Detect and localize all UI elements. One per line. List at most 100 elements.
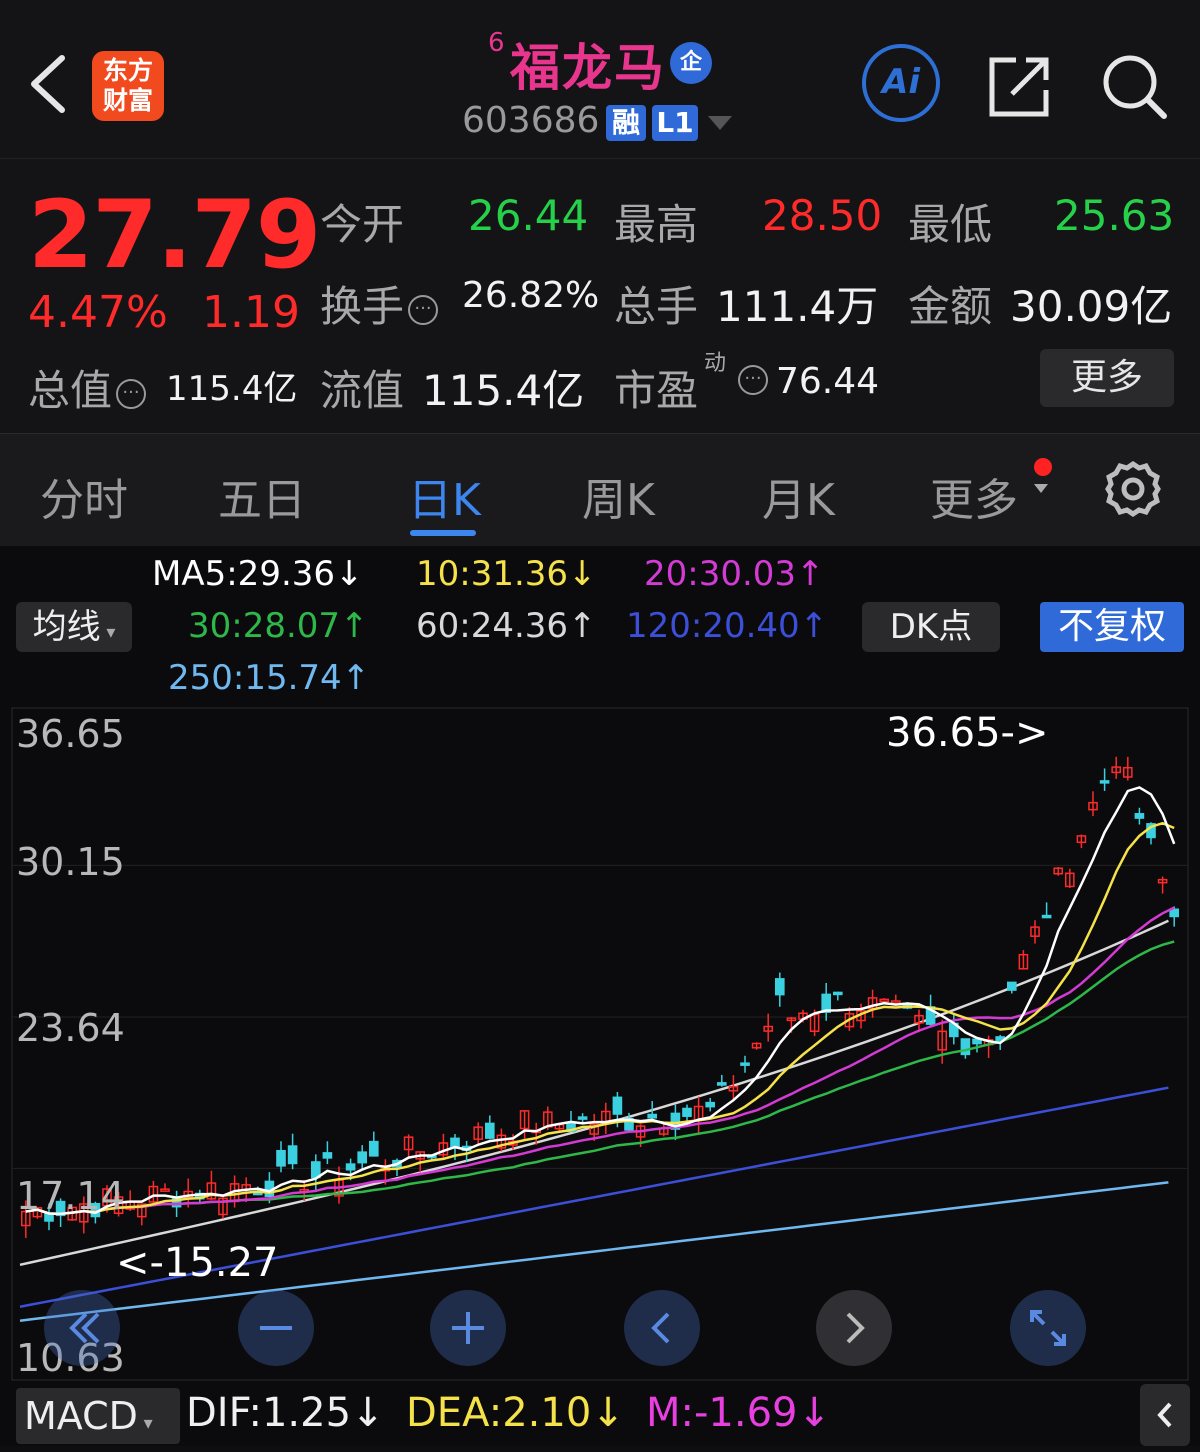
info-icon[interactable]: ··· (116, 378, 147, 409)
change-percent: 4.47% (28, 287, 168, 338)
pe-superscript: 动 (704, 351, 727, 376)
candle-body (1041, 914, 1052, 919)
ma10-legend: 10:31.36↓ (416, 554, 597, 594)
tab-five-day[interactable]: 五日 (218, 464, 306, 528)
candle-body (740, 1062, 750, 1066)
current-price: 27.79 (28, 181, 321, 290)
dif-value: DIF:1.25↓ (186, 1390, 385, 1436)
candle-body (310, 1161, 321, 1179)
high-value: 28.50 (762, 191, 883, 240)
active-tab-indicator (410, 530, 476, 536)
candle-body (890, 1000, 901, 1004)
total-cap-label-text: 总值 (28, 366, 113, 415)
total-cap-label: 总值 ··· (28, 357, 147, 418)
indicator-selector[interactable]: MACD ▾ (16, 1388, 180, 1444)
candle-body (647, 1113, 658, 1119)
stock-code: 603686 (462, 100, 600, 141)
collapse-button[interactable] (1140, 1384, 1190, 1446)
ma120-legend: 120:20.40↑ (626, 606, 829, 646)
indicator-bar: MACD ▾ DIF:1.25↓ DEA:2.10↓ M:-1.69↓ (0, 1384, 1200, 1446)
share-icon[interactable] (986, 54, 1054, 120)
candle-body (1134, 813, 1145, 819)
back-arrow-icon[interactable] (26, 52, 70, 116)
change-amount: 1.19 (202, 287, 300, 338)
ma20-legend: 20:30.03↑ (644, 554, 825, 594)
candle-body (1006, 981, 1017, 991)
turnover-value: 26.82% (462, 275, 600, 316)
app-logo[interactable]: 东方 财富 (92, 51, 164, 121)
margin-tag: 融 (606, 105, 646, 141)
float-cap-label: 流值 (320, 366, 405, 415)
candle-body (774, 978, 785, 996)
candle-body (879, 998, 890, 1003)
info-icon[interactable]: ··· (738, 365, 768, 395)
candle-body (287, 1145, 298, 1165)
candle-body (1099, 780, 1110, 784)
ma5-legend: MA5:29.36↓ (152, 554, 364, 594)
name-superscript: 6 (488, 28, 505, 58)
minus-icon (260, 1326, 292, 1330)
chevron-down-icon: ▾ (100, 622, 116, 643)
ai-button[interactable]: Ai (862, 44, 940, 122)
info-icon[interactable]: ··· (408, 294, 439, 325)
zoom-out-button[interactable] (238, 1290, 314, 1366)
dea-value: DEA:2.10↓ (406, 1390, 625, 1436)
candle-body (357, 1151, 368, 1164)
tab-intraday[interactable]: 分时 (40, 464, 128, 528)
chevron-down-icon: ▾ (137, 1413, 153, 1434)
open-label: 今开 (320, 200, 405, 249)
indicator-selector-label: MACD (24, 1394, 138, 1438)
move-right-button[interactable] (816, 1290, 892, 1366)
candle-body (577, 1116, 588, 1120)
pe-value: 76.44 (776, 361, 880, 402)
open-value: 26.44 (468, 191, 589, 240)
chevron-down-icon (1034, 484, 1048, 493)
rewind-fast-button[interactable] (44, 1290, 120, 1366)
candle-body (682, 1107, 692, 1117)
y-axis-label: 30.15 (16, 840, 125, 884)
tab-monthly-k[interactable]: 月K (762, 464, 835, 528)
ma-selector[interactable]: 均线 ▾ (16, 602, 132, 652)
chevron-left-icon (1157, 1402, 1172, 1428)
dk-point-button[interactable]: DK点 (862, 602, 1000, 652)
ma250-legend: 250:15.74↑ (168, 658, 371, 698)
plus-icon (452, 1312, 484, 1344)
adjust-button[interactable]: 不复权 (1040, 602, 1184, 652)
enterprise-badge: 企 (670, 42, 712, 84)
fullscreen-button[interactable] (1010, 1290, 1086, 1366)
logo-line1: 东方 (102, 56, 153, 85)
search-icon[interactable] (1100, 52, 1170, 122)
level-tag[interactable]: L1 (652, 105, 698, 141)
zoom-in-button[interactable] (430, 1290, 506, 1366)
candle-body (276, 1149, 286, 1167)
move-left-button[interactable] (624, 1290, 700, 1366)
candle-body (368, 1140, 379, 1157)
tab-weekly-k[interactable]: 周K (582, 464, 655, 528)
macd-m-value: M:-1.69↓ (646, 1390, 831, 1436)
notification-dot (1034, 458, 1052, 476)
y-axis-label: 17.14 (16, 1174, 125, 1218)
tab-more[interactable]: 更多 (930, 464, 1018, 528)
candle-body (160, 1188, 170, 1192)
high-label: 最高 (614, 200, 699, 249)
y-axis-label: 36.65 (16, 712, 125, 756)
low-marker: <-15.27 (116, 1240, 279, 1286)
y-axis-label: 23.64 (16, 1006, 125, 1050)
stock-name: 福龙马 (510, 39, 666, 97)
gear-icon[interactable] (1104, 460, 1162, 518)
ma30-line (25, 940, 1175, 1216)
candle-body (716, 1082, 727, 1086)
candle-body (705, 1101, 716, 1108)
volume-value: 111.4万 (716, 282, 879, 331)
tab-daily-k[interactable]: 日K (408, 464, 481, 528)
candle-body (484, 1122, 495, 1139)
amount-value: 30.09亿 (1010, 282, 1173, 331)
candle-body (832, 991, 843, 996)
ma-selector-label: 均线 (32, 607, 101, 647)
low-label: 最低 (908, 200, 993, 249)
chevron-left-icon (651, 1312, 670, 1344)
chevron-down-icon[interactable] (708, 116, 732, 130)
period-tabs: 分时 五日 日K 周K 月K 更多 (0, 433, 1200, 547)
more-button[interactable]: 更多 (1040, 349, 1174, 407)
turnover-label: 换手 ··· (320, 273, 439, 334)
